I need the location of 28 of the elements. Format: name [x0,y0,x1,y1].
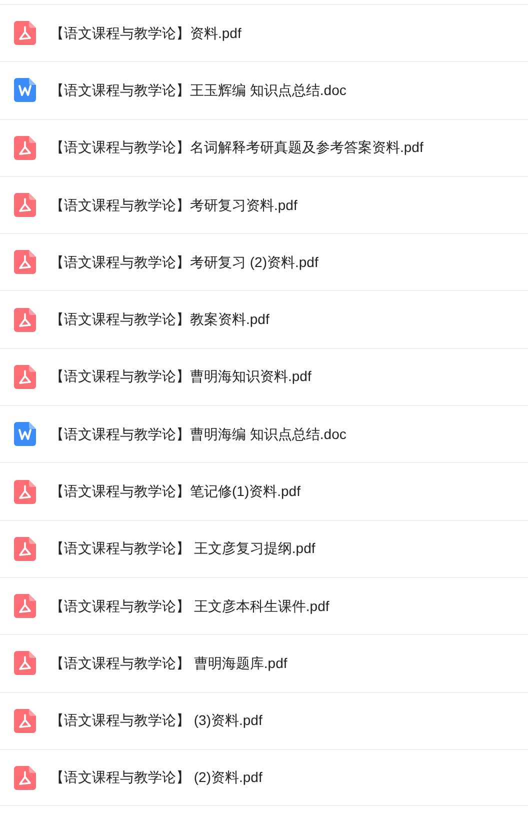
word-file-icon [14,78,36,102]
file-name-link[interactable]: 【语文课程与教学论】资料.pdf [50,22,242,44]
pdf-file-icon [14,708,36,733]
file-name-link[interactable]: 【语文课程与教学论】 (2)资料.pdf [50,767,262,788]
pdf-file-icon [14,136,36,160]
pdf-file-icon [14,766,36,790]
pdf-file-icon [14,21,36,46]
file-name-link[interactable]: 【语文课程与教学论】 王文彦复习提纲.pdf [50,538,316,560]
word-file-icon [14,422,36,446]
pdf-file-icon [14,651,36,676]
file-name-link[interactable]: 【语文课程与教学论】考研复习 (2)资料.pdf [50,252,318,273]
pdf-file-icon [14,250,36,274]
pdf-file-icon [14,594,36,618]
file-name-link[interactable]: 【语文课程与教学论】考研复习资料.pdf [50,194,298,216]
pdf-file-icon [14,364,36,389]
file-name-link[interactable]: 【语文课程与教学论】曹明海知识资料.pdf [50,366,312,388]
pdf-file-icon [14,308,36,332]
file-name-link[interactable]: 【语文课程与教学论】 (3)资料.pdf [50,710,262,732]
file-name-link[interactable]: 【语文课程与教学论】名词解释考研真题及参考答案资料.pdf [50,137,424,158]
file-name-link[interactable]: 【语文课程与教学论】教案资料.pdf [50,309,270,330]
pdf-file-icon [14,536,36,561]
file-name-link[interactable]: 【语文课程与教学论】笔记修(1)资料.pdf [50,481,300,502]
pdf-file-icon [14,480,36,504]
file-name-link[interactable]: 【语文课程与教学论】 曹明海题库.pdf [50,652,288,674]
pdf-file-icon [14,193,36,218]
file-name-link[interactable]: 【语文课程与教学论】王玉辉编 知识点总结.doc [50,80,346,101]
file-name-link[interactable]: 【语文课程与教学论】曹明海编 知识点总结.doc [50,424,346,445]
file-name-link[interactable]: 【语文课程与教学论】 王文彦本科生课件.pdf [50,596,330,617]
